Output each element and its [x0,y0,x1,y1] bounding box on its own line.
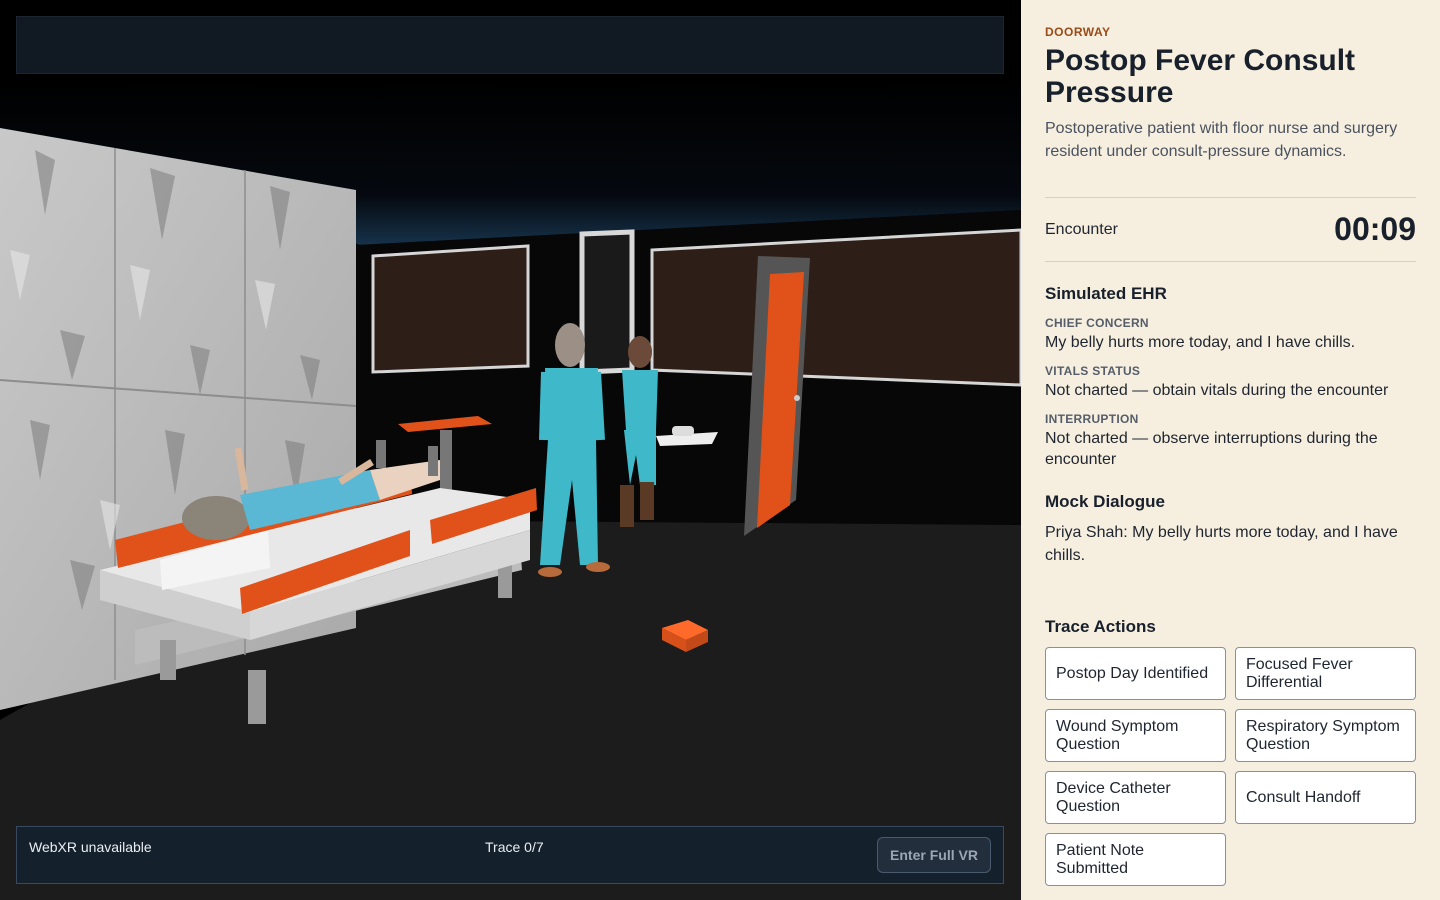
window-right [650,228,1021,387]
webxr-status: WebXR unavailable [29,839,152,855]
encounter-row: Encounter 00:09 [1045,198,1416,261]
mock-dialogue-text: Priya Shah: My belly hurts more today, a… [1045,524,1398,564]
scenario-title: Postop Fever Consult Pressure [1045,44,1356,109]
interruption-value: Not charted — observe interruptions duri… [1045,430,1378,468]
doorway-frame [579,229,635,375]
vitals-status-value: Not charted — obtain vitals during the e… [1045,382,1389,399]
scenario-eyebrow: DOORWAY [1045,25,1111,39]
divider [1045,261,1416,262]
vr-status-bar: WebXR unavailable Trace 0/7 Enter Full V… [16,826,1004,884]
hospital-room-3d-scene[interactable] [0,0,1021,900]
action-device-catheter-question-button[interactable]: Device Catheter Question [1045,771,1226,824]
trace-actions-grid: Postop Day Identified Focused Fever Diff… [1045,647,1417,886]
scenario-description: Postoperative patient with floor nurse a… [1045,120,1398,160]
chief-concern-value: My belly hurts more today, and I have ch… [1045,334,1356,351]
trace-actions-title: Trace Actions [1045,617,1156,636]
window-left [371,244,530,374]
action-respiratory-symptom-question-button[interactable]: Respiratory Symptom Question [1235,709,1416,762]
mock-dialogue-title: Mock Dialogue [1045,492,1165,511]
encounter-timer: 00:09 [1334,211,1416,247]
action-patient-note-submitted-button[interactable]: Patient Note Submitted [1045,833,1226,886]
ehr-section-title: Simulated EHR [1045,284,1167,303]
enter-full-vr-button[interactable]: Enter Full VR [877,837,991,873]
action-focused-fever-differential-button[interactable]: Focused Fever Differential [1235,647,1416,700]
action-consult-handoff-button[interactable]: Consult Handoff [1235,771,1416,824]
scenario-panel: DOORWAY Postop Fever Consult Pressure Po… [1021,0,1440,900]
vitals-status-label: VITALS STATUS [1045,364,1141,378]
trace-counter: Trace 0/7 [485,839,544,855]
vr-viewport[interactable]: WebXR unavailable Trace 0/7 Enter Full V… [0,0,1021,900]
action-wound-symptom-question-button[interactable]: Wound Symptom Question [1045,709,1226,762]
chief-concern-label: CHIEF CONCERN [1045,316,1149,330]
viewport-top-bar [16,16,1004,74]
interruption-label: INTERRUPTION [1045,412,1139,426]
action-postop-day-identified-button[interactable]: Postop Day Identified [1045,647,1226,700]
encounter-label: Encounter [1045,220,1118,238]
